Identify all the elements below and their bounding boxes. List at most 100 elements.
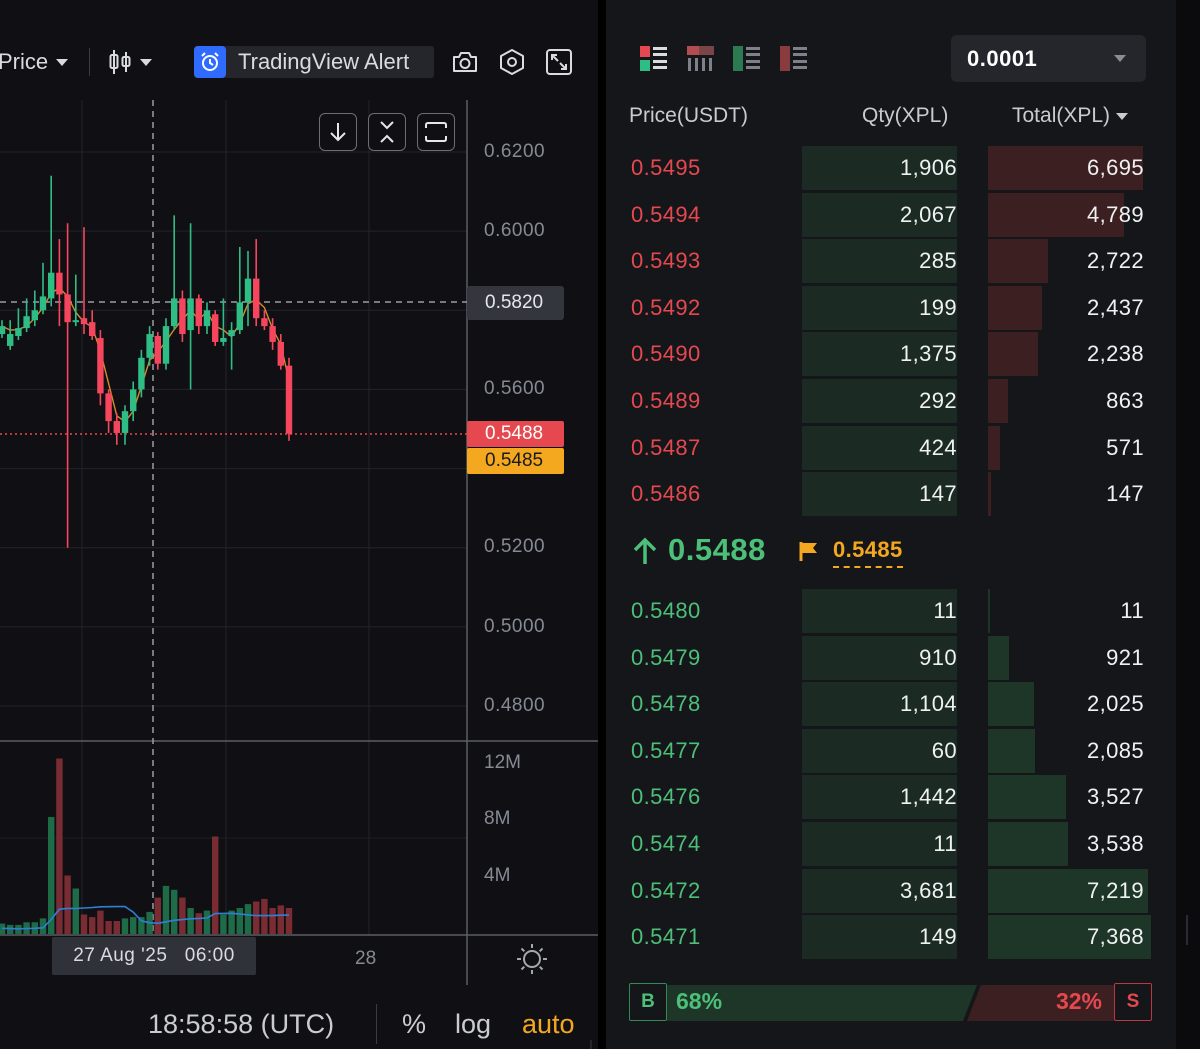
volume-bar <box>97 910 104 934</box>
bid-row[interactable]: 0.5478 1,104 2,025 <box>606 682 1176 727</box>
price-tick-label: 0.5600 <box>484 378 546 399</box>
scroll-to-latest-button[interactable] <box>319 113 357 151</box>
scrollbar-track <box>1186 915 1188 945</box>
ask-row[interactable]: 0.5486 147 147 <box>606 472 1176 517</box>
ask-price: 0.5494 <box>631 201 701 227</box>
footer-divider <box>376 1004 377 1044</box>
ask-row[interactable]: 0.5490 1,375 2,238 <box>606 332 1176 377</box>
volume-bar <box>171 889 178 934</box>
volume-tick-label: 8M <box>484 808 511 829</box>
volume-bar <box>121 918 129 934</box>
ask-row[interactable]: 0.5494 2,067 4,789 <box>606 192 1176 237</box>
ask-row[interactable]: 0.5495 1,906 6,695 <box>606 146 1176 190</box>
percent-scale-toggle[interactable]: % <box>402 1000 426 1049</box>
candle-body <box>15 328 22 337</box>
view-both-button[interactable] <box>640 46 668 72</box>
volume-bar <box>89 917 96 934</box>
depth-bar <box>988 379 1009 423</box>
chart-type-dropdown[interactable] <box>108 40 152 84</box>
bid-row[interactable]: 0.5477 60 2,085 <box>606 728 1176 773</box>
bid-row[interactable]: 0.5472 3,681 7,219 <box>606 868 1176 913</box>
depth-bar <box>988 472 992 517</box>
bid-row[interactable]: 0.5471 149 7,368 <box>606 915 1176 960</box>
ask-total: 2,722 <box>1086 248 1144 274</box>
bid-qty: 1,442 <box>899 784 957 810</box>
volume-bar <box>56 758 63 934</box>
bid-qty: 910 <box>919 644 957 670</box>
view-bids-button[interactable] <box>733 46 761 72</box>
view-depth-button[interactable] <box>687 46 715 72</box>
sell-percentage: 32% <box>1055 988 1102 1014</box>
axis-settings-button[interactable] <box>515 942 549 976</box>
candle-body <box>39 296 47 311</box>
book-both-icon <box>640 46 667 71</box>
sun-gear-icon <box>517 944 547 974</box>
candles-icon <box>109 50 131 74</box>
ask-row[interactable]: 0.5492 199 2,437 <box>606 285 1176 330</box>
collapse-scale-button[interactable] <box>368 113 406 151</box>
total-column-header[interactable]: Total(XPL) <box>1012 104 1129 128</box>
bid-row[interactable]: 0.5480 11 11 <box>606 589 1176 633</box>
bid-price: 0.5478 <box>631 691 701 717</box>
ask-total: 571 <box>1106 434 1144 460</box>
depth-bar <box>988 285 1043 330</box>
volume-bar <box>236 908 243 934</box>
utc-clock[interactable]: 18:58:58 (UTC) <box>148 1000 334 1049</box>
view-asks-button[interactable] <box>780 46 808 72</box>
auto-scale-toggle[interactable]: auto <box>522 1000 575 1049</box>
ask-row[interactable]: 0.5489 292 863 <box>606 379 1176 423</box>
volume-bar <box>113 921 120 934</box>
depth-bar <box>988 775 1067 820</box>
reset-view-button[interactable] <box>417 113 455 151</box>
buy-sell-ratio-bar: B 68% 32% S <box>606 983 1176 1023</box>
panel-divider[interactable] <box>598 0 606 1049</box>
candle-body <box>187 298 194 331</box>
bid-row[interactable]: 0.5474 11 3,538 <box>606 822 1176 866</box>
candle-body <box>23 316 30 329</box>
candle-body <box>277 341 284 366</box>
buy-badge: B <box>629 983 667 1021</box>
log-scale-toggle[interactable]: log <box>455 1000 491 1049</box>
ask-price: 0.5490 <box>631 341 701 367</box>
tick-size-select[interactable]: 0.0001 <box>951 35 1146 82</box>
screenshot-button[interactable] <box>451 40 479 84</box>
volume-bar <box>261 898 268 934</box>
candle-body <box>228 330 235 337</box>
bid-price: 0.5476 <box>631 784 701 810</box>
volume-bar <box>269 908 276 934</box>
bid-total: 7,219 <box>1086 877 1144 903</box>
bid-row[interactable]: 0.5476 1,442 3,527 <box>606 775 1176 820</box>
ask-row[interactable]: 0.5493 285 2,722 <box>606 239 1176 284</box>
volume-bar <box>285 908 293 934</box>
bid-total: 3,538 <box>1086 831 1144 856</box>
volume-bar <box>80 914 88 934</box>
ask-row[interactable]: 0.5487 424 571 <box>606 425 1176 470</box>
ask-qty: 1,906 <box>899 155 957 180</box>
arrow-down-icon <box>330 123 346 142</box>
volume-bar <box>203 910 211 934</box>
volume-bar <box>64 875 71 934</box>
bid-qty: 60 <box>931 737 957 763</box>
price-type-dropdown[interactable]: Price <box>0 40 69 84</box>
chart-panel[interactable]: Price TradingView Alert 0.6200 0.6000 0.… <box>0 0 598 1049</box>
volume-bar <box>195 913 202 934</box>
bid-total: 2,025 <box>1086 691 1144 717</box>
hexagon-settings-icon <box>500 49 524 75</box>
candle-body <box>7 334 14 346</box>
candle-body <box>179 298 186 335</box>
mark-price[interactable]: 0.5485 <box>833 537 903 568</box>
chevron-down-icon <box>1116 112 1129 120</box>
camera-icon <box>453 52 477 72</box>
crosshair-price-tag: 0.5820 <box>467 286 564 320</box>
tradingview-alert-button[interactable]: TradingView Alert <box>194 46 434 78</box>
bid-price: 0.5479 <box>631 644 701 670</box>
fullscreen-button[interactable] <box>545 40 573 84</box>
candle-body <box>203 310 211 327</box>
mark-price-tag: 0.5485 <box>467 448 564 474</box>
chart-settings-button[interactable] <box>498 40 526 84</box>
bid-row[interactable]: 0.5479 910 921 <box>606 635 1176 680</box>
buy-percentage: 68% <box>676 988 723 1014</box>
volume-bar <box>212 836 219 934</box>
candle-body <box>261 318 268 327</box>
ask-qty: 2,067 <box>899 201 957 227</box>
